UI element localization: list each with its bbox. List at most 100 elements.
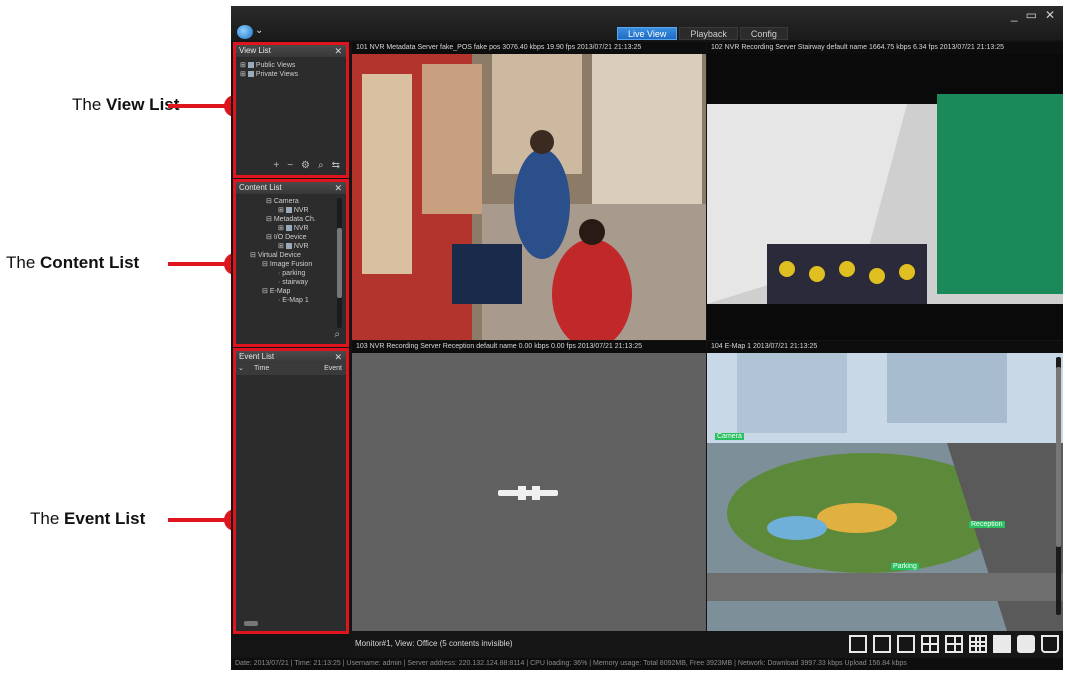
callout-event-list: The Event List: [0, 508, 246, 532]
fullscreen-icon[interactable]: [849, 635, 867, 653]
layout-mosaic-icon[interactable]: [993, 635, 1011, 653]
view-list-title: View List: [239, 46, 271, 55]
tree-item-label: Public Views: [255, 62, 296, 69]
tree-item-nvr[interactable]: ⊞ NVR: [260, 242, 342, 251]
plug-right-icon: [532, 486, 540, 500]
tab-playback[interactable]: Playback: [679, 27, 738, 40]
close-icon[interactable]: ✕: [334, 182, 342, 194]
emap-view: [707, 353, 1063, 631]
scroll-thumb[interactable]: [1056, 367, 1061, 547]
tree-item-label: NVR: [293, 207, 309, 214]
sort-icon[interactable]: ⌄: [236, 363, 246, 375]
video-tile-2[interactable]: 102 NVR Recording Server Stairway defaul…: [707, 42, 1063, 340]
layout-custom-icon[interactable]: [945, 635, 963, 653]
event-list-header: Event List ✕: [236, 351, 346, 363]
event-list-title: Event List: [239, 352, 275, 361]
view-tree: ⊞ Public Views ⊞ Private Views: [236, 57, 346, 83]
layout-1x1-icon[interactable]: [897, 635, 915, 653]
nvr-icon: [285, 225, 292, 232]
scroll-thumb[interactable]: [244, 621, 258, 626]
callout-prefix: The: [30, 509, 65, 528]
tree-item-label: I/O Device: [273, 234, 307, 241]
tree-item-image-fusion[interactable]: ⊟ Image Fusion: [260, 260, 342, 269]
content-scrollbar[interactable]: [337, 198, 342, 328]
status-bar: Date: 2013/07/21 | Time: 21:13:25 | User…: [231, 658, 1063, 670]
trash-icon[interactable]: [1041, 635, 1059, 653]
horizontal-scrollbar[interactable]: [236, 619, 346, 627]
column-time[interactable]: Time: [246, 363, 312, 375]
tab-live-view[interactable]: Live View: [617, 27, 678, 40]
tree-item-emap[interactable]: ⊟ E-Map: [260, 287, 342, 296]
stairway-camera-feed: [707, 54, 1063, 340]
tree-item-label: NVR: [293, 225, 309, 232]
layout-3x3-icon[interactable]: [969, 635, 987, 653]
tree-item-virtual-device[interactable]: ⊟ Virtual Device: [250, 251, 342, 260]
tree-item-label: Virtual Device: [257, 252, 301, 259]
tree-item-nvr[interactable]: ⊞ NVR: [260, 206, 342, 215]
video-tile-3[interactable]: 103 NVR Recording Server Reception defau…: [352, 341, 706, 631]
tree-item-nvr[interactable]: ⊞ NVR: [260, 224, 342, 233]
search-icon[interactable]: ⌕: [318, 160, 324, 171]
plug-left-icon: [518, 486, 526, 500]
main-tabs: Live View Playback Config: [617, 27, 788, 40]
layout-2x2-icon[interactable]: [921, 635, 939, 653]
tree-item-parking[interactable]: · parking: [260, 269, 342, 278]
tree-item-label: E-Map 1: [282, 297, 309, 304]
video-tile-4[interactable]: 104 E-Map 1 2013/07/21 21:13:25 Camera P…: [707, 341, 1063, 631]
nvr-icon: [285, 243, 292, 250]
app-logo-icon[interactable]: [237, 25, 253, 39]
tree-item-private-views[interactable]: ⊞ Private Views: [240, 70, 342, 79]
minimize-icon[interactable]: _: [1011, 8, 1018, 22]
content-tree: ⊟ Camera ⊞ NVR ⊟ Metadata Ch. ⊞ NVR ⊟ I/…: [236, 194, 346, 305]
tree-item-io-device[interactable]: ⊟ I/O Device: [260, 233, 342, 242]
chevron-down-icon[interactable]: ⌄: [255, 25, 263, 36]
tree-item-emap-1[interactable]: · E-Map 1: [260, 296, 342, 305]
maximize-icon[interactable]: ▭: [1026, 8, 1037, 22]
close-icon[interactable]: ✕: [334, 351, 342, 363]
layout-tools: [849, 635, 1059, 653]
map-label-parking[interactable]: Parking: [891, 563, 919, 570]
callout-label: The Event List: [30, 509, 145, 529]
content-list-panel: Content List ✕ ⊟ Camera ⊞ NVR ⊟ Metadata…: [233, 179, 349, 347]
tree-item-stairway[interactable]: · stairway: [260, 278, 342, 287]
snapshot-icon[interactable]: [1017, 635, 1035, 653]
add-icon[interactable]: +: [273, 160, 279, 171]
content-list-header: Content List ✕: [236, 182, 346, 194]
app-window: ⌄ Live View Playback Config _ ▭ ✕ View L…: [231, 6, 1063, 670]
map-label-camera[interactable]: Camera: [715, 433, 744, 440]
map-label-reception[interactable]: Reception: [969, 521, 1005, 528]
scroll-thumb[interactable]: [337, 228, 342, 298]
store-camera-feed: [352, 54, 706, 340]
tree-item-label: NVR: [293, 243, 309, 250]
close-icon[interactable]: ✕: [334, 45, 342, 57]
tree-item-public-views[interactable]: ⊞ Public Views: [240, 61, 342, 70]
tile-header: 104 E-Map 1 2013/07/21 21:13:25: [707, 341, 1063, 353]
callout-label: The Content List: [6, 253, 139, 273]
export-icon[interactable]: ⇆: [332, 160, 340, 171]
tree-item-metadata[interactable]: ⊟ Metadata Ch.: [260, 215, 342, 224]
titlebar: ⌄ Live View Playback Config _ ▭ ✕: [231, 6, 1063, 40]
monitor-info: Monitor#1, View: Office (5 contents invi…: [355, 639, 513, 648]
column-event[interactable]: Event: [312, 363, 346, 375]
search-icon[interactable]: ⌕: [334, 329, 340, 340]
tree-item-label: Image Fusion: [269, 261, 313, 268]
tab-config[interactable]: Config: [739, 27, 788, 40]
video-tile-1[interactable]: 101 NVR Metadata Server fake_POS fake po…: [352, 42, 706, 340]
tree-item-label: Private Views: [255, 71, 299, 78]
tree-item-camera[interactable]: ⊟ Camera: [260, 197, 342, 206]
tree-item-label: Metadata Ch.: [273, 216, 316, 223]
layout-toggle-icon[interactable]: [873, 635, 891, 653]
close-icon[interactable]: ✕: [1045, 8, 1055, 22]
emap-vertical-scrollbar[interactable]: [1056, 357, 1061, 615]
callout-prefix: The: [6, 253, 41, 272]
folder-icon: [247, 62, 254, 69]
nvr-icon: [285, 207, 292, 214]
tile-header: 101 NVR Metadata Server fake_POS fake po…: [352, 42, 706, 54]
tile-header: 103 NVR Recording Server Reception defau…: [352, 341, 706, 353]
settings-icon[interactable]: ⚙: [301, 160, 310, 171]
view-list-header: View List ✕: [236, 45, 346, 57]
remove-icon[interactable]: −: [287, 160, 293, 171]
window-controls: _ ▭ ✕: [1011, 8, 1055, 22]
tile-header: 102 NVR Recording Server Stairway defaul…: [707, 42, 1063, 54]
callout-bold: Event List: [64, 509, 146, 528]
